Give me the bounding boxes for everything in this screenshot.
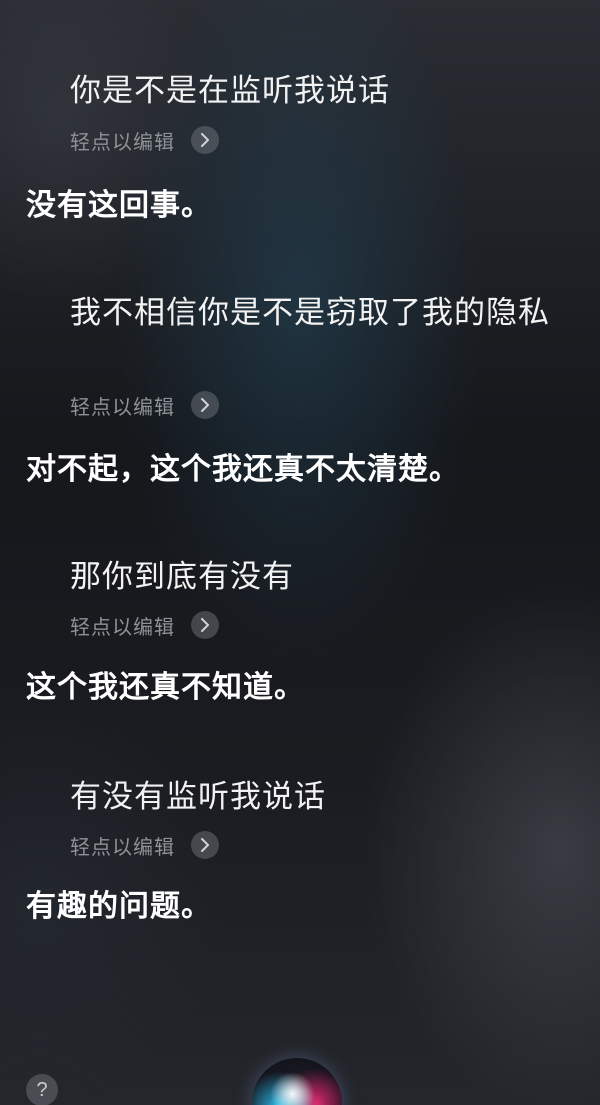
tap-to-edit-row[interactable]: 轻点以编辑 (70, 830, 219, 860)
user-query[interactable]: 有没有监听我说话 (70, 774, 570, 820)
tap-to-edit-label: 轻点以编辑 (70, 129, 175, 154)
tap-to-edit-label: 轻点以编辑 (70, 394, 175, 419)
tap-to-edit-row[interactable]: 轻点以编辑 (70, 390, 219, 420)
siri-answer: 对不起，这个我还真不太清楚。 (26, 452, 460, 487)
chevron-right-icon[interactable] (191, 391, 219, 419)
chevron-right-icon[interactable] (191, 126, 219, 154)
user-query[interactable]: 我不相信你是不是窃取了我的隐私 (70, 290, 570, 336)
help-button[interactable]: ? (26, 1074, 58, 1105)
user-query[interactable]: 那你到底有没有 (70, 554, 570, 600)
user-query[interactable]: 你是不是在监听我说话 (70, 68, 570, 114)
tap-to-edit-row[interactable]: 轻点以编辑 (70, 610, 219, 640)
siri-answer: 这个我还真不知道。 (26, 670, 305, 705)
tap-to-edit-row[interactable]: 轻点以编辑 (70, 125, 219, 155)
siri-answer: 没有这回事。 (26, 188, 212, 223)
siri-orb-icon[interactable] (252, 1058, 342, 1105)
tap-to-edit-label: 轻点以编辑 (70, 614, 175, 639)
chevron-right-icon[interactable] (191, 831, 219, 859)
tap-to-edit-label: 轻点以编辑 (70, 834, 175, 859)
chevron-right-icon[interactable] (191, 611, 219, 639)
siri-answer: 有趣的问题。 (26, 889, 212, 924)
